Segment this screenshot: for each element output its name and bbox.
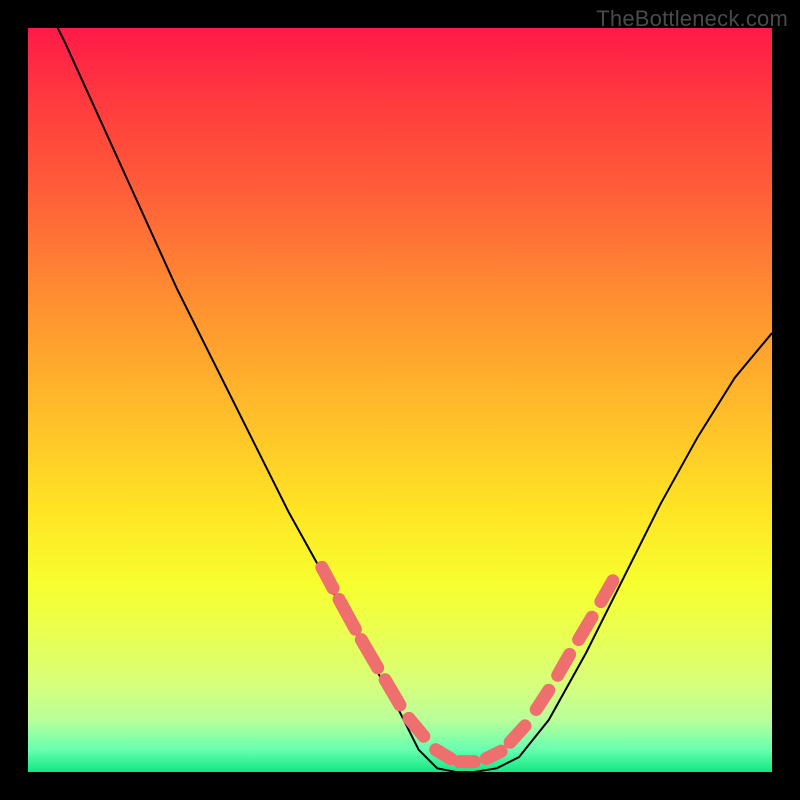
highlight-dash [385, 680, 400, 705]
curve-line [28, 28, 772, 772]
watermark-text: TheBottleneck.com [596, 6, 788, 32]
highlight-dash [558, 654, 570, 675]
chart-svg [28, 28, 772, 772]
highlight-dash [510, 726, 525, 742]
curve-path [28, 28, 772, 772]
highlight-dash [436, 750, 451, 759]
highlight-dash [601, 581, 613, 602]
highlight-dash [322, 567, 333, 588]
highlight-dashes [322, 567, 613, 761]
highlight-dash [361, 640, 377, 668]
highlight-dash [579, 617, 592, 639]
highlight-dash [339, 599, 355, 629]
chart-frame: TheBottleneck.com [0, 0, 800, 800]
highlight-dash [536, 690, 549, 709]
highlight-dash [486, 751, 501, 758]
chart-plot-area [28, 28, 772, 772]
